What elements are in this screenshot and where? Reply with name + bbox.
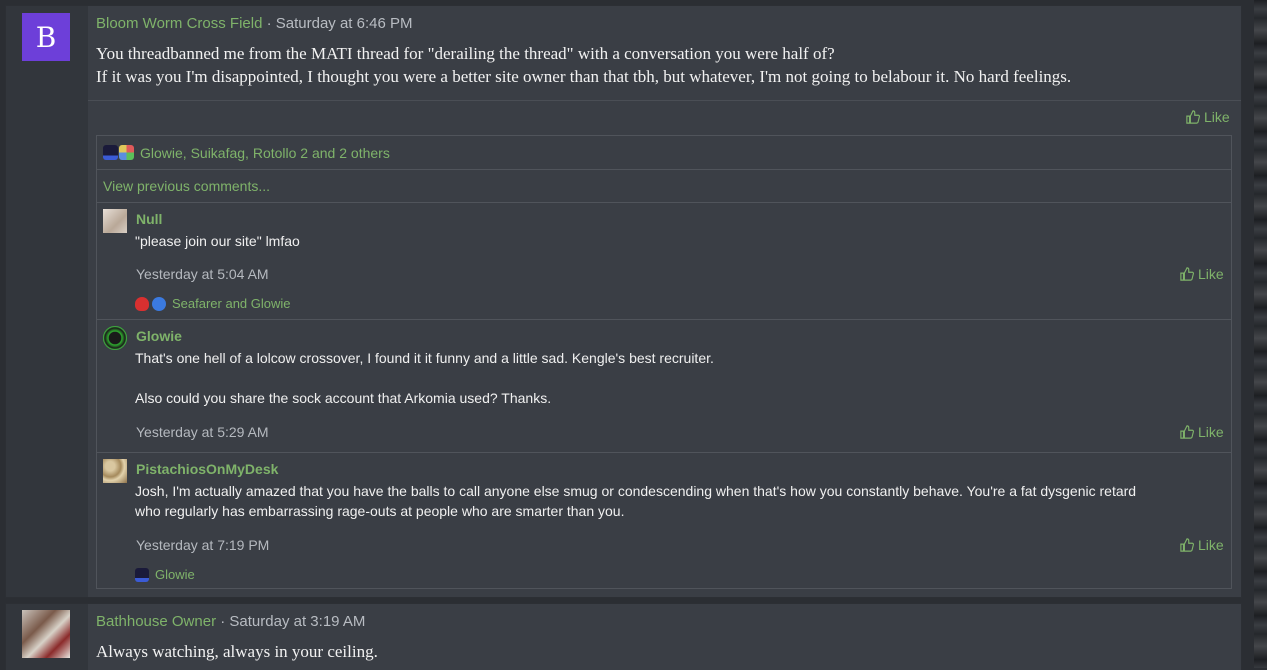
thumbs-up-icon — [1180, 267, 1194, 281]
post-sidebar: B — [6, 6, 88, 597]
reactions-text[interactable]: Glowie, Suikafag, Rotollo 2 and 2 others — [140, 145, 390, 161]
divider — [88, 100, 1241, 101]
post-timestamp[interactable]: Saturday at 3:19 AM — [229, 613, 365, 630]
post-body-line: Always watching, always in your ceiling. — [96, 642, 378, 661]
comment-avatar[interactable] — [103, 459, 127, 483]
separator: · — [262, 15, 276, 32]
comment-text: That's one hell of a lolcow crossover, I… — [135, 348, 1215, 408]
username-link[interactable]: Bloom Worm Cross Field — [96, 15, 262, 32]
comment-text: "please join our site" lmfao — [135, 231, 1215, 251]
comment-username[interactable]: Null — [136, 211, 162, 227]
background-sidebar-strip — [1254, 0, 1267, 668]
reactions-bar[interactable]: Glowie, Suikafag, Rotollo 2 and 2 others — [97, 136, 1231, 170]
thumbs-up-icon — [1180, 538, 1194, 552]
like-emoji-icon — [152, 296, 166, 311]
comment-text-line — [135, 368, 1215, 388]
avatar[interactable]: B — [22, 13, 70, 61]
separator: · — [216, 613, 230, 630]
post: Bathhouse Owner · Saturday at 3:19 AM Al… — [5, 603, 1242, 670]
comment: Glowie That's one hell of a lolcow cross… — [97, 320, 1231, 453]
comment-username[interactable]: PistachiosOnMyDesk — [136, 461, 278, 477]
tophat-emoji-icon — [103, 145, 118, 160]
comment-timestamp[interactable]: Yesterday at 5:29 AM — [136, 424, 269, 440]
post-body-line: You threadbanned me from the MATI thread… — [96, 44, 835, 63]
comment: PistachiosOnMyDesk Josh, I'm actually am… — [97, 453, 1231, 587]
comment-timestamp[interactable]: Yesterday at 7:19 PM — [136, 537, 269, 553]
thumbs-up-icon — [1180, 425, 1194, 439]
username-link[interactable]: Bathhouse Owner — [96, 613, 216, 630]
like-label: Like — [1198, 537, 1224, 553]
puzzle-emoji-icon — [119, 145, 134, 160]
post-header: Bathhouse Owner · Saturday at 3:19 AM — [96, 613, 365, 630]
avatar[interactable] — [22, 610, 70, 658]
comment-text-line: Also could you share the sock account th… — [135, 390, 552, 406]
comment: Null "please join our site" lmfao Yester… — [97, 203, 1231, 320]
like-label: Like — [1198, 266, 1224, 282]
post-header: Bloom Worm Cross Field · Saturday at 6:4… — [96, 15, 413, 32]
post-body: Always watching, always in your ceiling. — [96, 640, 378, 663]
like-button[interactable]: Like — [1180, 537, 1224, 553]
post-main: Bathhouse Owner · Saturday at 3:19 AM Al… — [88, 604, 1241, 670]
comment-timestamp[interactable]: Yesterday at 5:04 AM — [136, 266, 269, 282]
post-body: You threadbanned me from the MATI thread… — [96, 42, 1071, 88]
comment-text-line: Josh, I'm actually amazed that you have … — [135, 483, 1137, 499]
like-label: Like — [1204, 109, 1230, 125]
comment-text: Josh, I'm actually amazed that you have … — [135, 481, 1215, 521]
tophat-emoji-icon — [135, 567, 149, 582]
post-sidebar — [6, 604, 88, 670]
comment-reactions[interactable]: Seafarer and Glowie — [135, 296, 291, 311]
like-button[interactable]: Like — [1180, 266, 1224, 282]
thumbs-up-icon — [1186, 110, 1200, 124]
comment-reactions-text[interactable]: Glowie — [155, 567, 195, 582]
post-main: Bloom Worm Cross Field · Saturday at 6:4… — [88, 6, 1241, 597]
comments-block: Glowie, Suikafag, Rotollo 2 and 2 others… — [96, 135, 1232, 589]
post: B Bloom Worm Cross Field · Saturday at 6… — [5, 5, 1242, 598]
like-label: Like — [1198, 424, 1224, 440]
post-timestamp[interactable]: Saturday at 6:46 PM — [276, 15, 413, 32]
comment-text-line: That's one hell of a lolcow crossover, I… — [135, 350, 714, 366]
comment-username[interactable]: Glowie — [136, 328, 182, 344]
comment-avatar[interactable] — [103, 209, 127, 233]
comment-reactions-text[interactable]: Seafarer and Glowie — [172, 296, 291, 311]
comment-reactions[interactable]: Glowie — [135, 567, 195, 582]
like-button[interactable]: Like — [1186, 109, 1230, 125]
heart-emoji-icon — [135, 296, 149, 311]
like-button[interactable]: Like — [1180, 424, 1224, 440]
post-body-line: If it was you I'm disappointed, I though… — [96, 67, 1072, 86]
comment-avatar[interactable] — [103, 326, 127, 350]
view-previous-comments-link[interactable]: View previous comments... — [97, 170, 1231, 203]
comment-text-line: "please join our site" lmfao — [135, 233, 300, 249]
comment-text-line: who regularly has embarrassing rage-outs… — [135, 503, 625, 519]
